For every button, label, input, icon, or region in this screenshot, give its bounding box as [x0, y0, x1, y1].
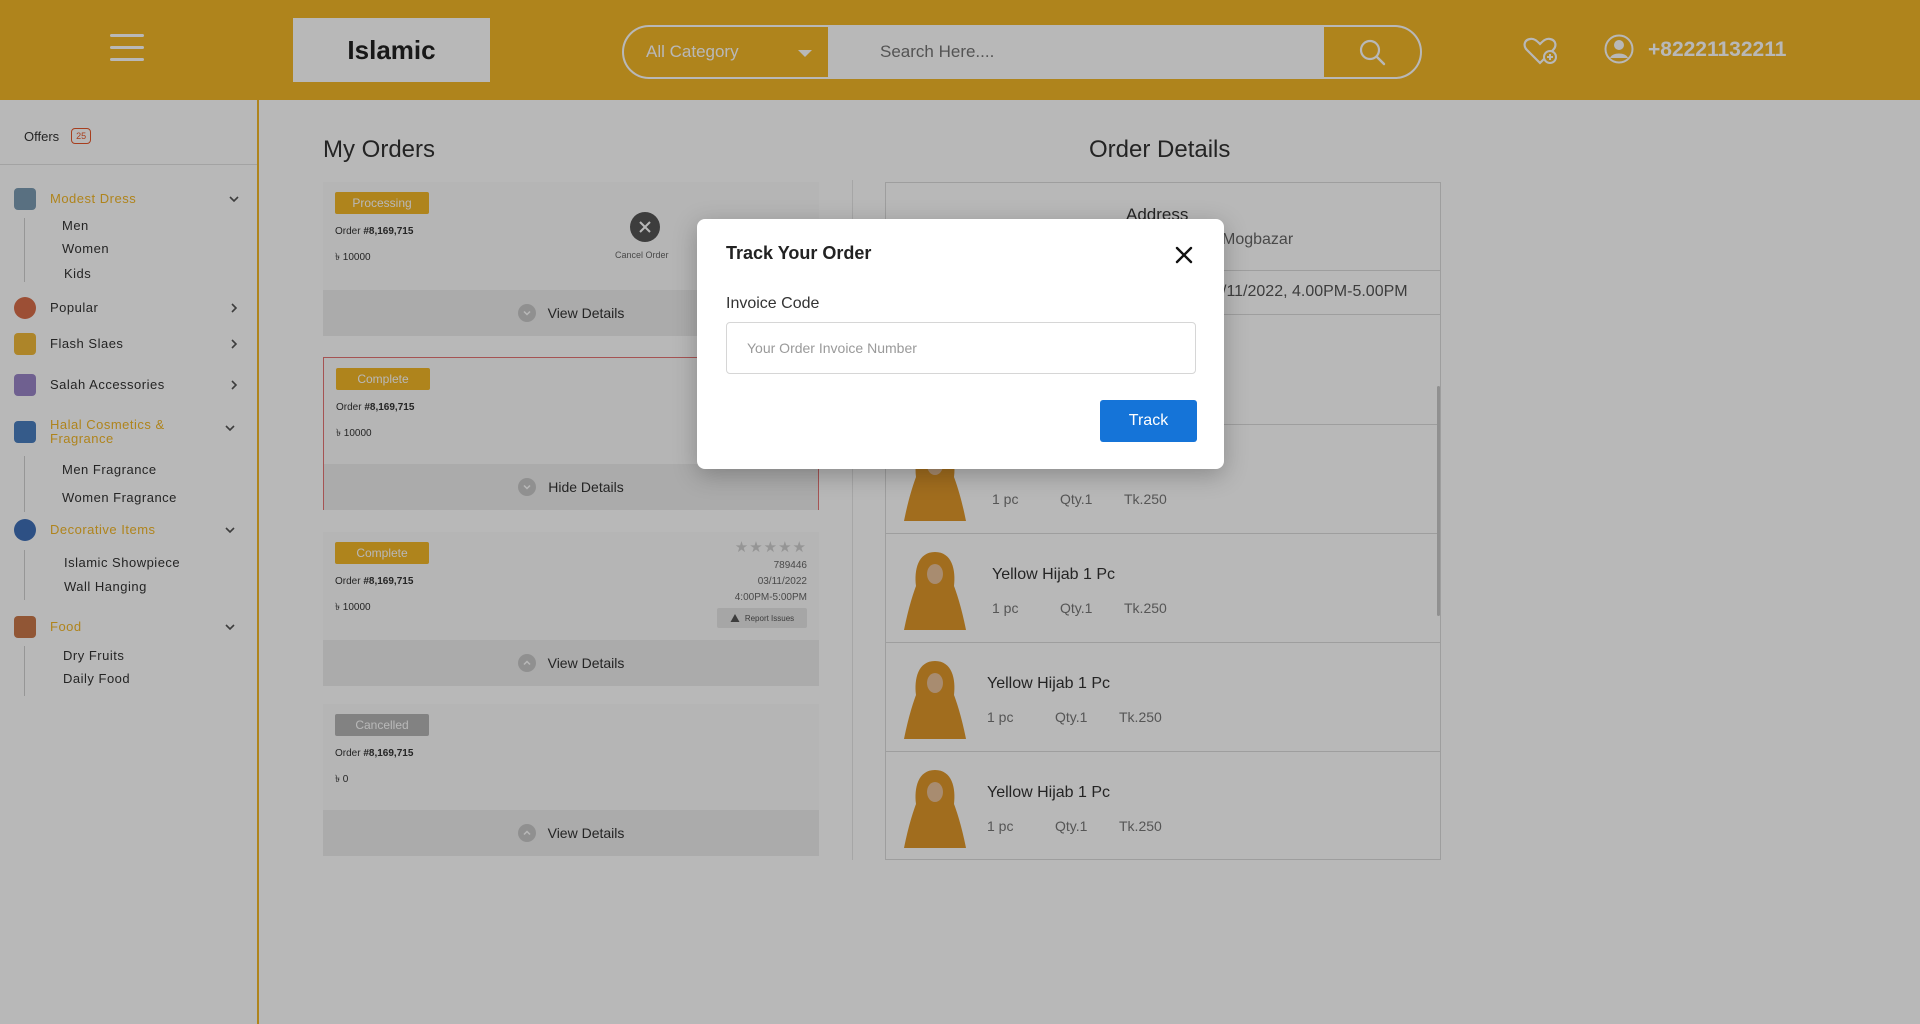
track-order-modal: Track Your Order Invoice Code Track — [697, 219, 1224, 469]
close-icon[interactable] — [1173, 244, 1195, 266]
modal-backdrop[interactable] — [0, 0, 1920, 1024]
invoice-code-input[interactable] — [726, 322, 1196, 374]
invoice-code-label: Invoice Code — [726, 295, 820, 312]
track-button[interactable]: Track — [1100, 400, 1197, 442]
modal-title: Track Your Order — [726, 243, 872, 263]
